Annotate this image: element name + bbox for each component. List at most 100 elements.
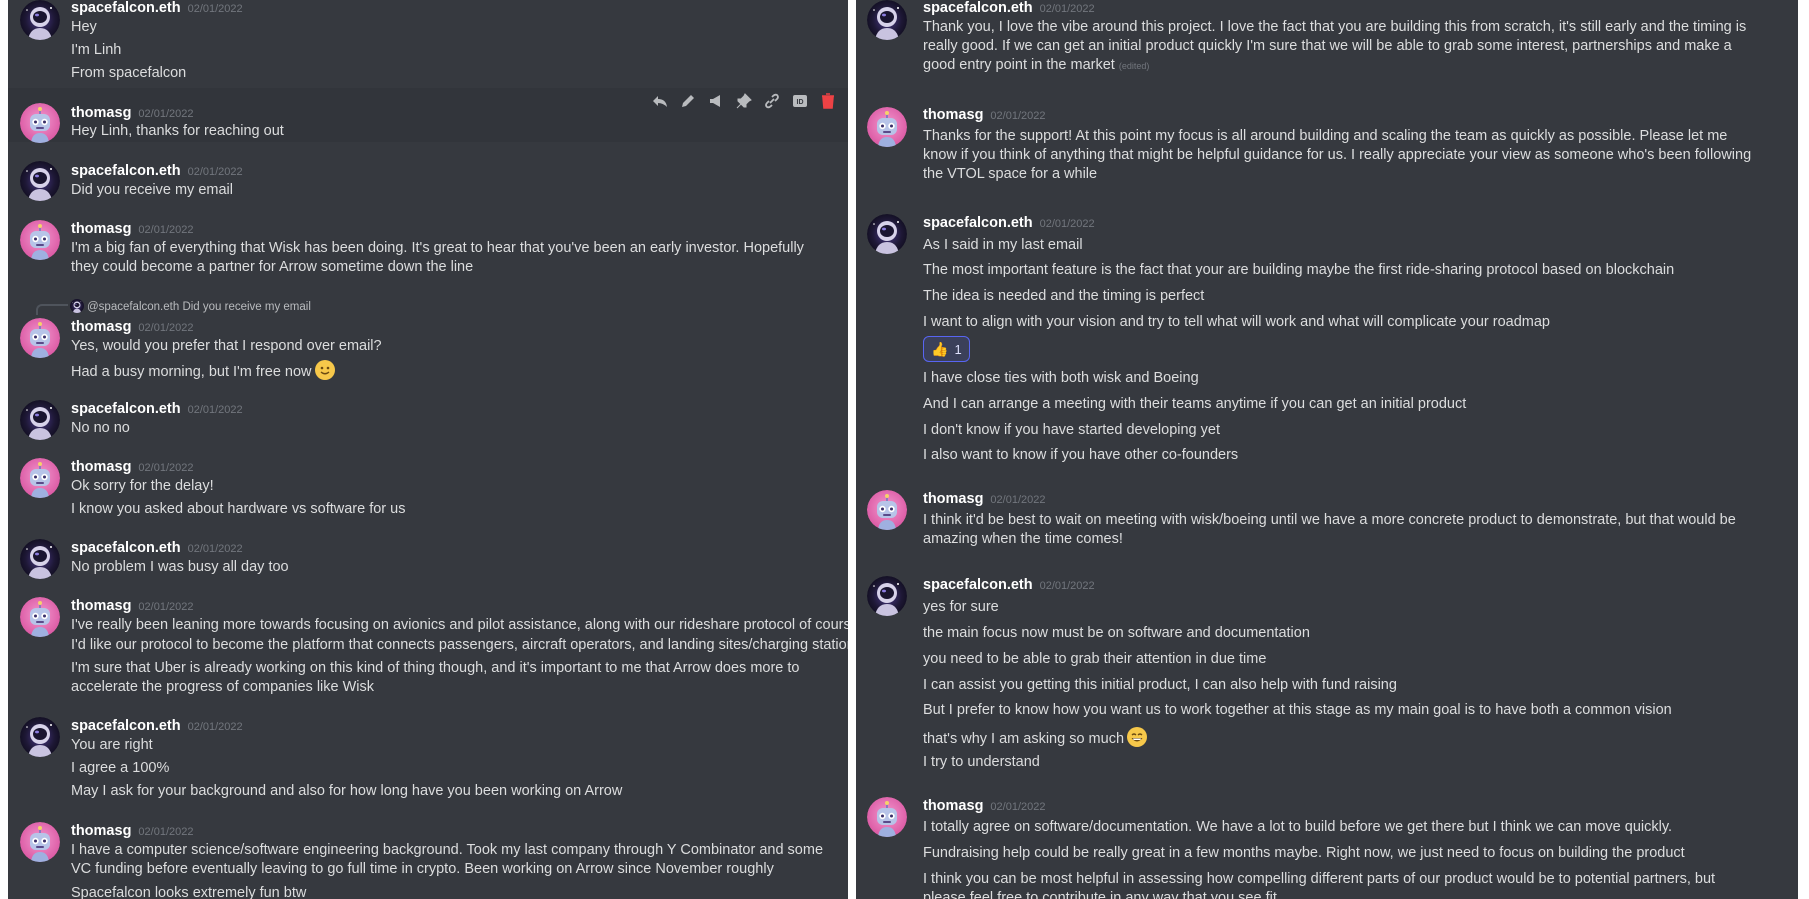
pink-robot-avatar-icon[interactable] (867, 107, 907, 147)
message-text: that's why I am asking so much (923, 731, 1125, 747)
message-text: yes for sure (923, 599, 999, 615)
message-text: I've really been leaning more towards fo… (71, 617, 848, 633)
message-text: I also want to know if you have other co… (923, 447, 1239, 463)
chat-panel-right: spacefalcon.eth 02/01/2022 Thank you, I l… (856, 0, 1798, 899)
pink-robot-avatar-icon[interactable] (20, 318, 60, 358)
message-text: Thanks for the support! At this point my… (923, 128, 1752, 182)
message-text: I think you can be most helpful in asses… (923, 871, 1716, 899)
message-text: I totally agree on software/documentatio… (923, 819, 1673, 835)
pink-robot-avatar-icon[interactable] (20, 220, 60, 260)
message-text: Hey (71, 19, 97, 35)
timestamp: 02/01/2022 (990, 494, 1046, 506)
message-text: Had a busy morning, but I'm free now (71, 364, 312, 380)
thumbs-up-reaction[interactable]: 👍 1 (923, 336, 970, 362)
timestamp: 02/01/2022 (990, 801, 1046, 813)
message-header: thomasg 02/01/2022 (71, 105, 193, 121)
author-name[interactable]: thomasg (71, 823, 131, 839)
reply-mention[interactable]: @spacefalcon.eth (87, 301, 179, 313)
message-header: thomasg 02/01/2022 (923, 798, 1045, 814)
author-name[interactable]: thomasg (923, 491, 983, 507)
slight-smile-emoji-icon (314, 360, 335, 380)
author-name[interactable]: thomasg (71, 598, 131, 614)
message-text-with-emoji: that's why I am asking so much (923, 727, 1784, 749)
pink-robot-avatar-icon[interactable] (867, 490, 907, 530)
message-text: I'm a big fan of everything that Wisk ha… (71, 240, 804, 275)
author-name[interactable]: spacefalcon.eth (71, 0, 181, 16)
astronaut-avatar-icon[interactable] (867, 0, 907, 40)
message-text: Spacefalcon looks extremely fun btw (71, 885, 307, 899)
thumbs-up-icon: 👍 (931, 340, 949, 357)
author-name[interactable]: thomasg (923, 798, 983, 814)
pink-robot-avatar-icon[interactable] (20, 103, 60, 143)
message-text: No no no (71, 420, 130, 436)
message-header: thomasg 02/01/2022 (71, 823, 193, 839)
astronaut-avatar-icon[interactable] (20, 539, 60, 579)
message-text: the main focus now must be on software a… (923, 625, 1310, 641)
author-name[interactable]: thomasg (923, 107, 983, 123)
chat-panel-left: spacefalcon.eth 02/01/2022 Hey I'm Linh F… (8, 0, 848, 899)
message-header: thomasg 02/01/2022 (71, 319, 193, 335)
timestamp: 02/01/2022 (1039, 580, 1095, 592)
pink-robot-avatar-icon[interactable] (867, 797, 907, 837)
author-name[interactable]: spacefalcon.eth (71, 163, 181, 179)
author-name[interactable]: spacefalcon.eth (923, 577, 1033, 593)
astronaut-avatar-icon (70, 299, 84, 313)
timestamp: 02/01/2022 (138, 108, 194, 120)
message-text: May I ask for your background and also f… (71, 783, 623, 799)
message-text: I agree a 100% (71, 760, 170, 776)
author-name[interactable]: spacefalcon.eth (71, 401, 181, 417)
grinning-emoji-icon (1127, 727, 1148, 747)
timestamp: 02/01/2022 (187, 166, 243, 178)
timestamp: 02/01/2022 (990, 110, 1046, 122)
message-header: spacefalcon.eth 02/01/2022 (923, 577, 1095, 593)
reaction-count: 1 (954, 341, 962, 357)
author-name[interactable]: spacefalcon.eth (71, 718, 181, 734)
pink-robot-avatar-icon[interactable] (20, 822, 60, 862)
message-text: From spacefalcon (71, 65, 187, 81)
trash-icon[interactable] (818, 90, 838, 112)
message-header: thomasg 02/01/2022 (923, 107, 1045, 123)
message-header: spacefalcon.eth 02/01/2022 (71, 0, 243, 16)
message-text: Yes, would you prefer that I respond ove… (71, 338, 382, 354)
message-text: Ok sorry for the delay! (71, 478, 214, 494)
astronaut-avatar-icon[interactable] (20, 0, 60, 40)
message-text: I have a computer science/software engin… (71, 842, 824, 877)
message-text: Did you receive my email (71, 182, 233, 198)
timestamp: 02/01/2022 (138, 826, 194, 838)
author-name[interactable]: thomasg (71, 319, 131, 335)
astronaut-avatar-icon[interactable] (20, 161, 60, 201)
author-name[interactable]: spacefalcon.eth (923, 215, 1033, 231)
message-text: The idea is needed and the timing is per… (923, 288, 1205, 304)
author-name[interactable]: spacefalcon.eth (923, 0, 1033, 16)
id-icon[interactable]: ID (790, 90, 810, 112)
message-header: spacefalcon.eth 02/01/2022 (71, 718, 243, 734)
message-header: spacefalcon.eth 02/01/2022 (71, 163, 243, 179)
message-text: The most important feature is the fact t… (923, 262, 1675, 278)
pin-icon[interactable] (734, 90, 754, 112)
author-name[interactable]: spacefalcon.eth (71, 540, 181, 556)
link-icon[interactable] (762, 90, 782, 112)
message-text: As I said in my last email (923, 237, 1083, 253)
reply-reference[interactable]: @spacefalcon.eth Did you receive my emai… (70, 299, 311, 314)
reply-icon[interactable] (650, 90, 670, 112)
author-name[interactable]: thomasg (71, 459, 131, 475)
astronaut-avatar-icon[interactable] (867, 214, 907, 254)
timestamp: 02/01/2022 (138, 224, 194, 236)
megaphone-icon[interactable] (706, 90, 726, 112)
astronaut-avatar-icon[interactable] (867, 576, 907, 616)
pink-robot-avatar-icon[interactable] (20, 597, 60, 637)
message-text-with-emoji: Had a busy morning, but I'm free now (71, 360, 834, 382)
pink-robot-avatar-icon[interactable] (20, 458, 60, 498)
message-text: I don't know if you have started develop… (923, 422, 1220, 438)
timestamp: 02/01/2022 (187, 721, 243, 733)
author-name[interactable]: thomasg (71, 221, 131, 237)
astronaut-avatar-icon[interactable] (20, 400, 60, 440)
message-text: I think it'd be best to wait on meeting … (923, 512, 1736, 547)
timestamp: 02/01/2022 (138, 322, 194, 334)
astronaut-avatar-icon[interactable] (20, 717, 60, 757)
message-header: thomasg 02/01/2022 (71, 598, 193, 614)
message-text: you need to be able to grab their attent… (923, 651, 1267, 667)
message-text: And I can arrange a meeting with their t… (923, 396, 1467, 412)
author-name[interactable]: thomasg (71, 105, 131, 121)
edit-icon[interactable] (678, 90, 698, 112)
